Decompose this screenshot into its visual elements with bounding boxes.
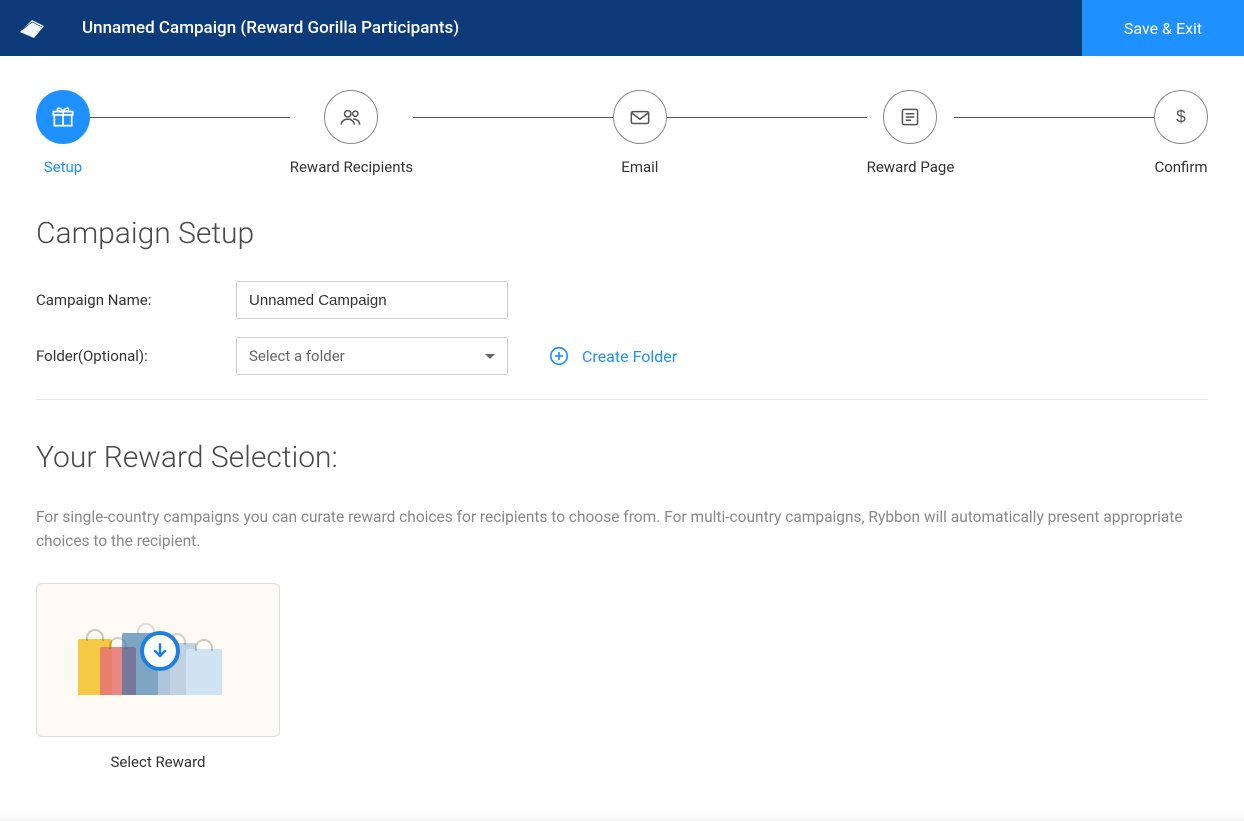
wizard-step-label: Setup [44, 158, 82, 176]
folder-select-placeholder: Select a folder [249, 347, 345, 365]
wizard-step-recipients[interactable]: Reward Recipients [290, 90, 413, 176]
wizard-step-label: Email [621, 158, 658, 176]
mail-icon [627, 104, 653, 130]
section-divider [36, 399, 1208, 400]
save-exit-button[interactable]: Save & Exit [1082, 0, 1244, 56]
folder-select[interactable]: Select a folder [236, 337, 508, 375]
wizard-step-label: Confirm [1154, 158, 1207, 176]
folder-row: Folder(Optional): Select a folder Create… [36, 337, 1208, 375]
ribbon-logo-icon [16, 12, 48, 44]
wizard-connector [954, 117, 1154, 118]
download-circle-icon [140, 631, 180, 671]
select-reward-label: Select Reward [36, 753, 280, 771]
gift-icon [50, 104, 76, 130]
reward-description: For single-country campaigns you can cur… [36, 505, 1208, 553]
folder-label: Folder(Optional): [36, 347, 236, 365]
wizard-connector [667, 117, 867, 118]
wizard-step-reward-page[interactable]: Reward Page [867, 90, 955, 176]
app-header: Unnamed Campaign (Reward Gorilla Partici… [0, 0, 1244, 56]
wizard-connector [90, 117, 290, 118]
main-content: Campaign Setup Campaign Name: Folder(Opt… [0, 176, 1244, 791]
app-logo[interactable] [0, 0, 64, 56]
campaign-name-input[interactable] [236, 281, 508, 319]
setup-heading: Campaign Setup [36, 216, 1208, 251]
campaign-name-row: Campaign Name: [36, 281, 1208, 319]
wizard-connector [413, 117, 613, 118]
dollar-icon: $ [1168, 104, 1194, 130]
plus-circle-icon [548, 345, 570, 367]
wizard-step-confirm[interactable]: $ Confirm [1154, 90, 1208, 176]
reward-heading: Your Reward Selection: [36, 440, 1208, 475]
wizard-step-label: Reward Page [867, 158, 955, 176]
footer-shadow [0, 809, 1244, 821]
page-icon [897, 104, 923, 130]
create-folder-button[interactable]: Create Folder [548, 345, 677, 367]
svg-text:$: $ [1176, 106, 1186, 126]
create-folder-label: Create Folder [582, 347, 677, 366]
wizard-step-email[interactable]: Email [613, 90, 667, 176]
gift-bags-illustration [78, 625, 238, 695]
select-reward-card[interactable] [36, 583, 280, 737]
campaign-title: Unnamed Campaign (Reward Gorilla Partici… [64, 0, 1082, 56]
wizard-steps: Setup Reward Recipients Email [0, 56, 1244, 176]
wizard-step-label: Reward Recipients [290, 158, 413, 176]
people-icon [338, 104, 364, 130]
wizard-step-setup[interactable]: Setup [36, 90, 90, 176]
chevron-down-icon [485, 354, 495, 359]
campaign-name-label: Campaign Name: [36, 291, 236, 309]
